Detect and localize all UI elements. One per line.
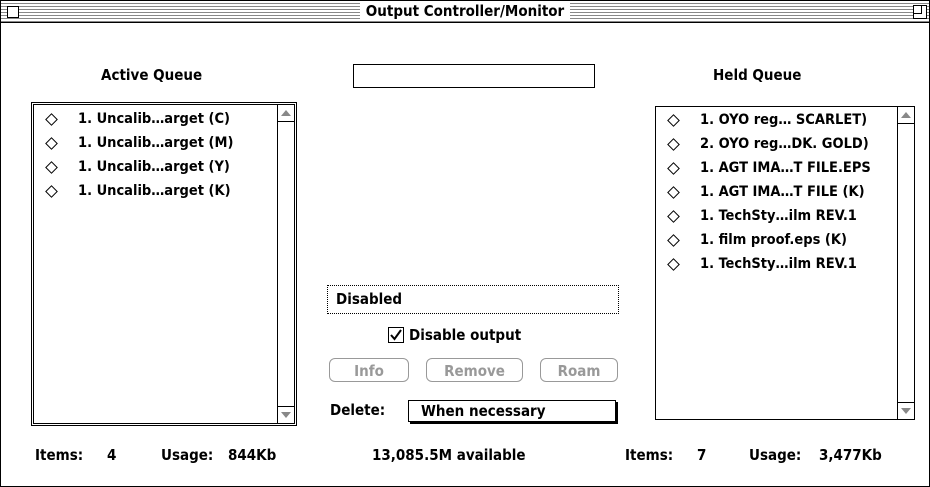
list-item[interactable]: 1. Uncalib…arget (M)	[34, 131, 277, 155]
available-space: 13,085.5M available	[372, 446, 526, 464]
diamond-icon	[667, 210, 680, 223]
held-queue-scrollbar[interactable]	[897, 107, 914, 419]
list-item[interactable]: 1. TechSty…ilm REV.1	[656, 204, 897, 228]
list-item-label: 1. AGT IMA…T FILE.EPS	[700, 160, 871, 176]
held-queue-label: Held Queue	[713, 66, 802, 84]
list-item-label: 1. film proof.eps (K)	[700, 232, 847, 248]
delete-label: Delete:	[330, 401, 386, 419]
list-item[interactable]: 1. AGT IMA…T FILE.EPS	[656, 156, 897, 180]
info-button[interactable]: Info	[329, 358, 409, 382]
window-title: Output Controller/Monitor	[1, 2, 929, 21]
active-items-count: 4	[107, 446, 117, 464]
active-items-label: Items:	[35, 446, 84, 464]
disable-output-label[interactable]: Disable output	[409, 326, 521, 344]
list-item-label: 1. Uncalib…arget (M)	[78, 135, 234, 151]
held-items-count: 7	[697, 446, 707, 464]
held-usage-value: 3,477Kb	[819, 446, 882, 464]
active-queue-items: 1. Uncalib…arget (C) 1. Uncalib…arget (M…	[34, 105, 277, 423]
list-item[interactable]: 1. Uncalib…arget (C)	[34, 107, 277, 131]
held-items-label: Items:	[625, 446, 674, 464]
diamond-icon	[667, 162, 680, 175]
held-queue-items: 1. OYO reg… SCARLET) 2. OYO reg…DK. GOLD…	[656, 107, 897, 419]
title-bar[interactable]: Output Controller/Monitor	[1, 1, 929, 23]
checkmark-icon	[390, 329, 402, 341]
diamond-icon	[45, 113, 58, 126]
held-usage-label: Usage:	[749, 446, 802, 464]
list-item-label: 1. OYO reg… SCARLET)	[700, 112, 868, 128]
list-item-label: 2. OYO reg…DK. GOLD)	[700, 136, 869, 152]
held-queue-list[interactable]: 1. OYO reg… SCARLET) 2. OYO reg…DK. GOLD…	[655, 106, 915, 420]
active-queue-list[interactable]: 1. Uncalib…arget (C) 1. Uncalib…arget (M…	[31, 102, 297, 426]
list-item[interactable]: 1. Uncalib…arget (K)	[34, 179, 277, 203]
list-item-label: 1. TechSty…ilm REV.1	[700, 208, 857, 224]
diamond-icon	[667, 138, 680, 151]
diamond-icon	[45, 137, 58, 150]
disable-output-checkbox[interactable]	[388, 327, 404, 343]
scroll-up-arrow-icon[interactable]	[278, 105, 294, 122]
scroll-down-arrow-icon[interactable]	[898, 402, 914, 419]
list-item-label: 1. Uncalib…arget (C)	[78, 111, 231, 127]
diamond-icon	[45, 161, 58, 174]
diamond-icon	[45, 185, 58, 198]
list-item[interactable]: 2. OYO reg…DK. GOLD)	[656, 132, 897, 156]
diamond-icon	[667, 186, 680, 199]
diamond-icon	[667, 258, 680, 271]
zoom-box-icon[interactable]	[913, 5, 927, 19]
list-item[interactable]: 1. TechSty…ilm REV.1	[656, 252, 897, 276]
list-item[interactable]: 1. Uncalib…arget (Y)	[34, 155, 277, 179]
active-usage-value: 844Kb	[228, 446, 277, 464]
active-usage-label: Usage:	[161, 446, 214, 464]
roam-button[interactable]: Roam	[540, 358, 618, 382]
delete-popup-menu[interactable]: When necessary	[408, 400, 616, 422]
output-controller-window: Output Controller/Monitor Active Queue H…	[0, 0, 930, 487]
status-field: Disabled	[327, 285, 619, 314]
list-item[interactable]: 1. OYO reg… SCARLET)	[656, 108, 897, 132]
active-queue-label: Active Queue	[101, 66, 203, 84]
list-item-label: 1. AGT IMA…T FILE (K)	[700, 184, 865, 200]
scroll-up-arrow-icon[interactable]	[898, 107, 914, 124]
active-queue-scrollbar[interactable]	[277, 105, 294, 423]
list-item-label: 1. Uncalib…arget (Y)	[78, 159, 230, 175]
diamond-icon	[667, 114, 680, 127]
diamond-icon	[667, 234, 680, 247]
list-item[interactable]: 1. AGT IMA…T FILE (K)	[656, 180, 897, 204]
remove-button[interactable]: Remove	[426, 358, 523, 382]
queue-name-field[interactable]	[353, 64, 595, 88]
scroll-down-arrow-icon[interactable]	[278, 406, 294, 423]
list-item-label: 1. Uncalib…arget (K)	[78, 183, 231, 199]
list-item[interactable]: 1. film proof.eps (K)	[656, 228, 897, 252]
list-item-label: 1. TechSty…ilm REV.1	[700, 256, 857, 272]
